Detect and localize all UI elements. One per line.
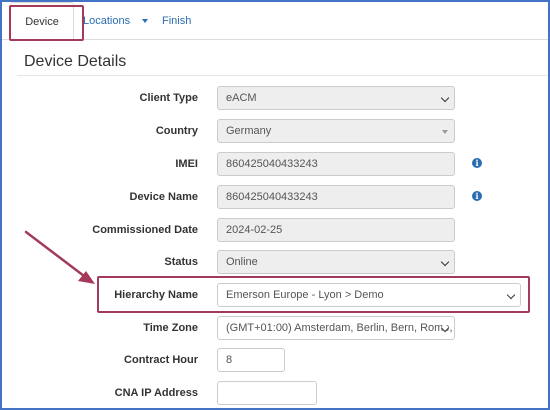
annotation-arrow-icon <box>24 230 95 284</box>
